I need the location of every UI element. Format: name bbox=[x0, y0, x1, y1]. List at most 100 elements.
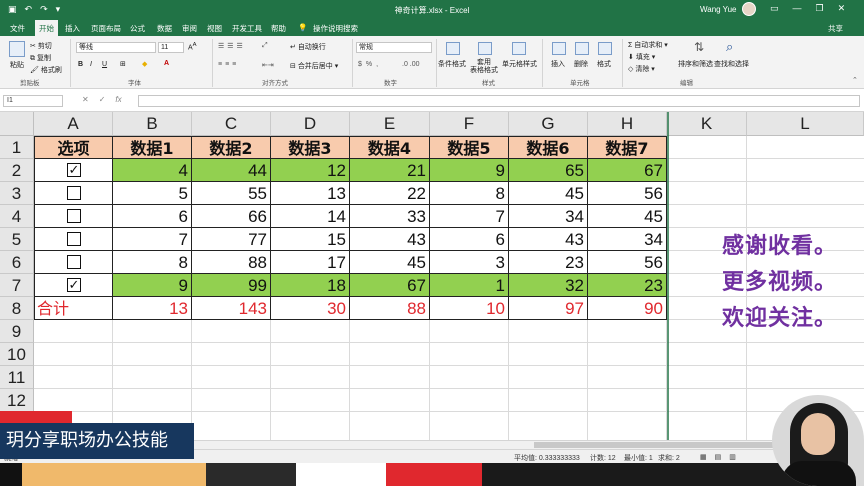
row-header-1[interactable]: 1 bbox=[0, 136, 34, 159]
tab-review[interactable]: 审阅 bbox=[182, 23, 197, 34]
column-header-e[interactable]: E bbox=[350, 112, 430, 136]
checkbox-checked[interactable]: ✓ bbox=[67, 163, 81, 177]
indent-icons[interactable]: ⇤⇥ bbox=[262, 61, 274, 69]
vertical-align-icons[interactable]: ☰☰☰ bbox=[218, 42, 246, 50]
data-cell[interactable]: 34 bbox=[588, 228, 667, 251]
conditional-format-icon[interactable] bbox=[446, 42, 460, 55]
data-cell[interactable]: 34 bbox=[509, 205, 588, 228]
data-cell[interactable]: 67 bbox=[350, 274, 430, 297]
data-cell[interactable]: 5 bbox=[113, 182, 192, 205]
font-color-icon[interactable]: A bbox=[164, 60, 169, 67]
format-painter-button[interactable]: 🖌 格式刷 bbox=[30, 65, 62, 75]
user-name[interactable]: Wang Yue bbox=[700, 5, 736, 14]
row-header-10[interactable]: 10 bbox=[0, 343, 34, 366]
header-data-7[interactable]: 数据7 bbox=[588, 136, 667, 159]
data-cell[interactable]: 45 bbox=[509, 182, 588, 205]
number-format-select[interactable]: 常规 bbox=[356, 42, 432, 53]
data-cell[interactable]: 3 bbox=[430, 251, 509, 274]
horizontal-align-icons[interactable]: ≡≡≡ bbox=[218, 61, 239, 68]
data-cell[interactable]: 23 bbox=[588, 274, 667, 297]
data-cell[interactable]: 7 bbox=[113, 228, 192, 251]
data-cell[interactable]: 99 bbox=[192, 274, 271, 297]
column-header-c[interactable]: C bbox=[192, 112, 271, 136]
column-header-h[interactable]: H bbox=[588, 112, 667, 136]
data-cell[interactable]: 22 bbox=[350, 182, 430, 205]
number-format-icons[interactable]: $%, bbox=[358, 61, 382, 68]
column-header-b[interactable]: B bbox=[113, 112, 192, 136]
data-cell[interactable]: 65 bbox=[509, 159, 588, 182]
total-cell[interactable]: 13 bbox=[113, 297, 192, 320]
insert-function-icon[interactable]: fx bbox=[115, 95, 121, 104]
tab-developer[interactable]: 开发工具 bbox=[232, 23, 262, 34]
paste-button[interactable]: 粘贴 bbox=[10, 60, 24, 70]
column-header-g[interactable]: G bbox=[509, 112, 588, 136]
data-cell[interactable]: 18 bbox=[271, 274, 350, 297]
cut-button[interactable]: ✂ 剪切 bbox=[30, 41, 52, 51]
checkbox-unchecked[interactable] bbox=[67, 209, 81, 223]
font-name-select[interactable]: 等线 bbox=[76, 42, 156, 53]
select-all-corner[interactable] bbox=[0, 112, 34, 136]
column-header-l[interactable]: L bbox=[747, 112, 864, 136]
worksheet-grid[interactable]: A B C D E F G H K L 1 2 3 4 5 6 7 8 9 10 11 12 选项 数据1 数据2 数据3 数据4 数… bbox=[0, 112, 864, 448]
column-header-f[interactable]: F bbox=[430, 112, 509, 136]
data-cell[interactable]: 56 bbox=[588, 182, 667, 205]
sort-filter-icon[interactable]: ⇅ bbox=[694, 40, 704, 54]
data-cell[interactable]: 1 bbox=[430, 274, 509, 297]
tab-help[interactable]: 帮助 bbox=[271, 23, 286, 34]
row-header-5[interactable]: 5 bbox=[0, 228, 34, 251]
data-cell[interactable]: 4 bbox=[113, 159, 192, 182]
user-avatar[interactable] bbox=[742, 2, 756, 16]
data-cell[interactable]: 33 bbox=[350, 205, 430, 228]
delete-cells-icon[interactable] bbox=[575, 42, 589, 55]
row-header-7[interactable]: 7 bbox=[0, 274, 34, 297]
fill-color-icon[interactable]: ◆ bbox=[142, 60, 147, 68]
data-cell[interactable]: 6 bbox=[430, 228, 509, 251]
border-icon[interactable]: ⊞ bbox=[120, 60, 126, 68]
autosum-button[interactable]: Σ 自动求和 ▾ bbox=[628, 40, 668, 50]
total-label-cell[interactable]: 合计 bbox=[34, 297, 113, 320]
format-cells-button[interactable]: 格式 bbox=[597, 59, 611, 69]
copy-button[interactable]: ⧉ 复制 bbox=[30, 53, 51, 63]
option-cell[interactable] bbox=[34, 205, 113, 228]
data-cell[interactable]: 55 bbox=[192, 182, 271, 205]
row-header-8[interactable]: 8 bbox=[0, 297, 34, 320]
row-header-6[interactable]: 6 bbox=[0, 251, 34, 274]
wrap-text-button[interactable]: ↵ 自动换行 bbox=[290, 42, 326, 52]
insert-cells-button[interactable]: 插入 bbox=[551, 59, 565, 69]
total-cell[interactable]: 10 bbox=[430, 297, 509, 320]
data-cell[interactable]: 13 bbox=[271, 182, 350, 205]
tab-data[interactable]: 数据 bbox=[157, 23, 172, 34]
italic-button[interactable]: I bbox=[90, 61, 92, 68]
row-header-9[interactable]: 9 bbox=[0, 320, 34, 343]
column-header-k[interactable]: K bbox=[667, 112, 747, 136]
tab-view[interactable]: 视图 bbox=[207, 23, 222, 34]
checkbox-checked[interactable]: ✓ bbox=[67, 278, 81, 292]
option-cell[interactable] bbox=[34, 251, 113, 274]
checkbox-unchecked[interactable] bbox=[67, 255, 81, 269]
fill-button[interactable]: ⬇ 填充 ▾ bbox=[628, 52, 655, 62]
data-cell[interactable]: 7 bbox=[430, 205, 509, 228]
insert-cells-icon[interactable] bbox=[552, 42, 566, 55]
view-mode-icons[interactable]: ▦▤▥ bbox=[700, 453, 744, 461]
merge-center-button[interactable]: ⊟ 合并后居中 ▾ bbox=[290, 61, 338, 71]
find-select-icon[interactable]: ⌕ bbox=[726, 39, 733, 55]
header-data-6[interactable]: 数据6 bbox=[509, 136, 588, 159]
tell-me-search[interactable]: 操作说明搜索 bbox=[313, 23, 358, 34]
option-cell[interactable] bbox=[34, 182, 113, 205]
tab-page-layout[interactable]: 页面布局 bbox=[91, 23, 121, 34]
data-cell[interactable]: 43 bbox=[350, 228, 430, 251]
checkbox-unchecked[interactable] bbox=[67, 232, 81, 246]
option-cell[interactable] bbox=[34, 228, 113, 251]
format-as-table-icon[interactable] bbox=[478, 42, 492, 55]
data-cell[interactable]: 8 bbox=[430, 182, 509, 205]
clear-button[interactable]: ◇ 清除 ▾ bbox=[628, 64, 655, 74]
header-data-4[interactable]: 数据4 bbox=[350, 136, 430, 159]
data-cell[interactable]: 66 bbox=[192, 205, 271, 228]
share-button[interactable]: 共享 bbox=[828, 23, 843, 34]
data-cell[interactable]: 67 bbox=[588, 159, 667, 182]
data-cell[interactable]: 45 bbox=[588, 205, 667, 228]
cell-styles-button[interactable]: 单元格样式 bbox=[502, 59, 537, 69]
header-options[interactable]: 选项 bbox=[34, 136, 113, 159]
decimal-icons[interactable]: .0 .00 bbox=[402, 61, 420, 68]
column-header-a[interactable]: A bbox=[34, 112, 113, 136]
